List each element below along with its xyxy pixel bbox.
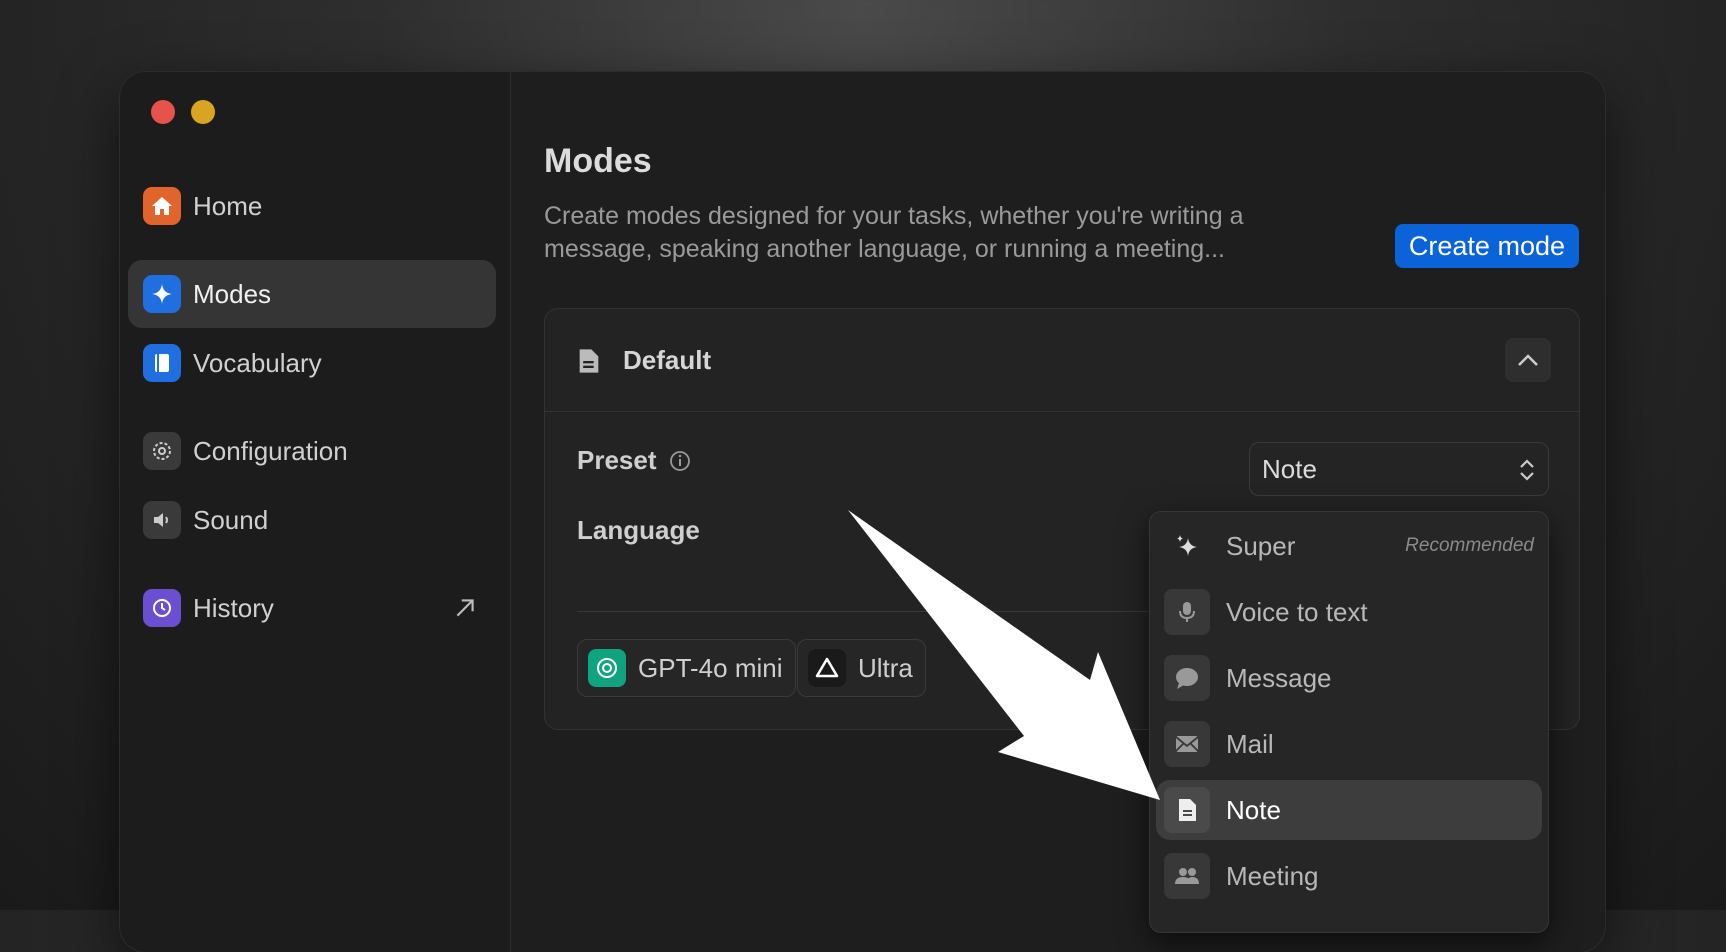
- traffic-lights: [151, 100, 215, 124]
- model-chip-gpt[interactable]: GPT-4o mini: [577, 639, 796, 697]
- preset-select-value: Note: [1262, 453, 1317, 484]
- envelope-icon: [1164, 721, 1210, 767]
- chevron-updown-icon: [1520, 459, 1534, 481]
- card-header[interactable]: Default: [545, 309, 1579, 412]
- option-label: Super: [1226, 530, 1296, 561]
- sidebar-item-label: Configuration: [193, 435, 348, 466]
- sidebar-item-sound[interactable]: Sound: [128, 486, 496, 554]
- sidebar-item-modes[interactable]: Modes: [128, 260, 496, 328]
- preset-option-mail[interactable]: Mail: [1156, 714, 1542, 774]
- create-mode-button[interactable]: Create mode: [1394, 224, 1579, 268]
- preset-dropdown-menu: Super Recommended Voice to text Message …: [1149, 511, 1549, 933]
- recommended-badge: Recommended: [1405, 535, 1534, 556]
- model-chip-ultra[interactable]: Ultra: [797, 639, 926, 697]
- gear-icon: [143, 432, 181, 470]
- sparkle-icon: [143, 275, 181, 313]
- page-description: Create modes designed for your tasks, wh…: [544, 202, 1244, 263]
- option-label: Meeting: [1226, 860, 1319, 891]
- sidebar-item-vocabulary[interactable]: Vocabulary: [128, 329, 496, 397]
- sidebar-item-configuration[interactable]: Configuration: [128, 417, 496, 485]
- sidebar-item-history[interactable]: History: [128, 574, 496, 642]
- card-title-row: Default: [577, 345, 711, 376]
- book-icon: [143, 344, 181, 382]
- option-label: Note: [1226, 794, 1281, 825]
- preset-option-note[interactable]: Note: [1156, 780, 1542, 840]
- language-row: Language: [577, 515, 700, 546]
- page-title: Modes: [544, 142, 652, 180]
- sidebar-item-label: Modes: [193, 278, 272, 309]
- option-label: Mail: [1226, 728, 1274, 759]
- chevron-up-icon: [1518, 354, 1538, 366]
- document-icon: [579, 348, 599, 373]
- speaker-icon: [143, 501, 181, 539]
- preset-option-super[interactable]: Super Recommended: [1156, 516, 1542, 576]
- sidebar-item-label: Sound: [193, 504, 269, 535]
- option-label: Message: [1226, 662, 1332, 693]
- model-chip-label: Ultra: [858, 652, 913, 683]
- people-icon: [1164, 853, 1210, 899]
- preset-option-message[interactable]: Message: [1156, 648, 1542, 708]
- info-icon[interactable]: [669, 450, 691, 472]
- sidebar-item-label: Vocabulary: [193, 347, 322, 378]
- option-label: Voice to text: [1226, 596, 1368, 627]
- preset-row: Preset: [577, 445, 691, 476]
- sparkles-icon: [1164, 523, 1210, 569]
- document-icon: [1164, 787, 1210, 833]
- openai-icon: [588, 649, 626, 687]
- triangle-icon: [808, 649, 846, 687]
- language-label: Language: [577, 515, 700, 545]
- preset-label: Preset: [577, 445, 657, 475]
- model-chip-label: GPT-4o mini: [638, 652, 783, 683]
- sidebar-item-home[interactable]: Home: [128, 172, 496, 240]
- card-title: Default: [623, 345, 712, 375]
- preset-select[interactable]: Note: [1249, 442, 1549, 496]
- house-icon: [143, 187, 181, 225]
- minimize-window-button[interactable]: [191, 100, 215, 124]
- sidebar-item-label: Home: [193, 190, 263, 221]
- collapse-button[interactable]: [1505, 338, 1551, 382]
- close-window-button[interactable]: [151, 100, 175, 124]
- history-icon: [143, 589, 181, 627]
- sidebar: Home Modes Vocabulary Configuration Soun: [120, 72, 511, 952]
- external-link-icon: [456, 599, 474, 617]
- speech-bubble-icon: [1164, 655, 1210, 701]
- preset-option-meeting[interactable]: Meeting: [1156, 846, 1542, 906]
- sidebar-item-label: History: [193, 592, 274, 623]
- microphone-icon: [1164, 589, 1210, 635]
- preset-option-voice-to-text[interactable]: Voice to text: [1156, 582, 1542, 642]
